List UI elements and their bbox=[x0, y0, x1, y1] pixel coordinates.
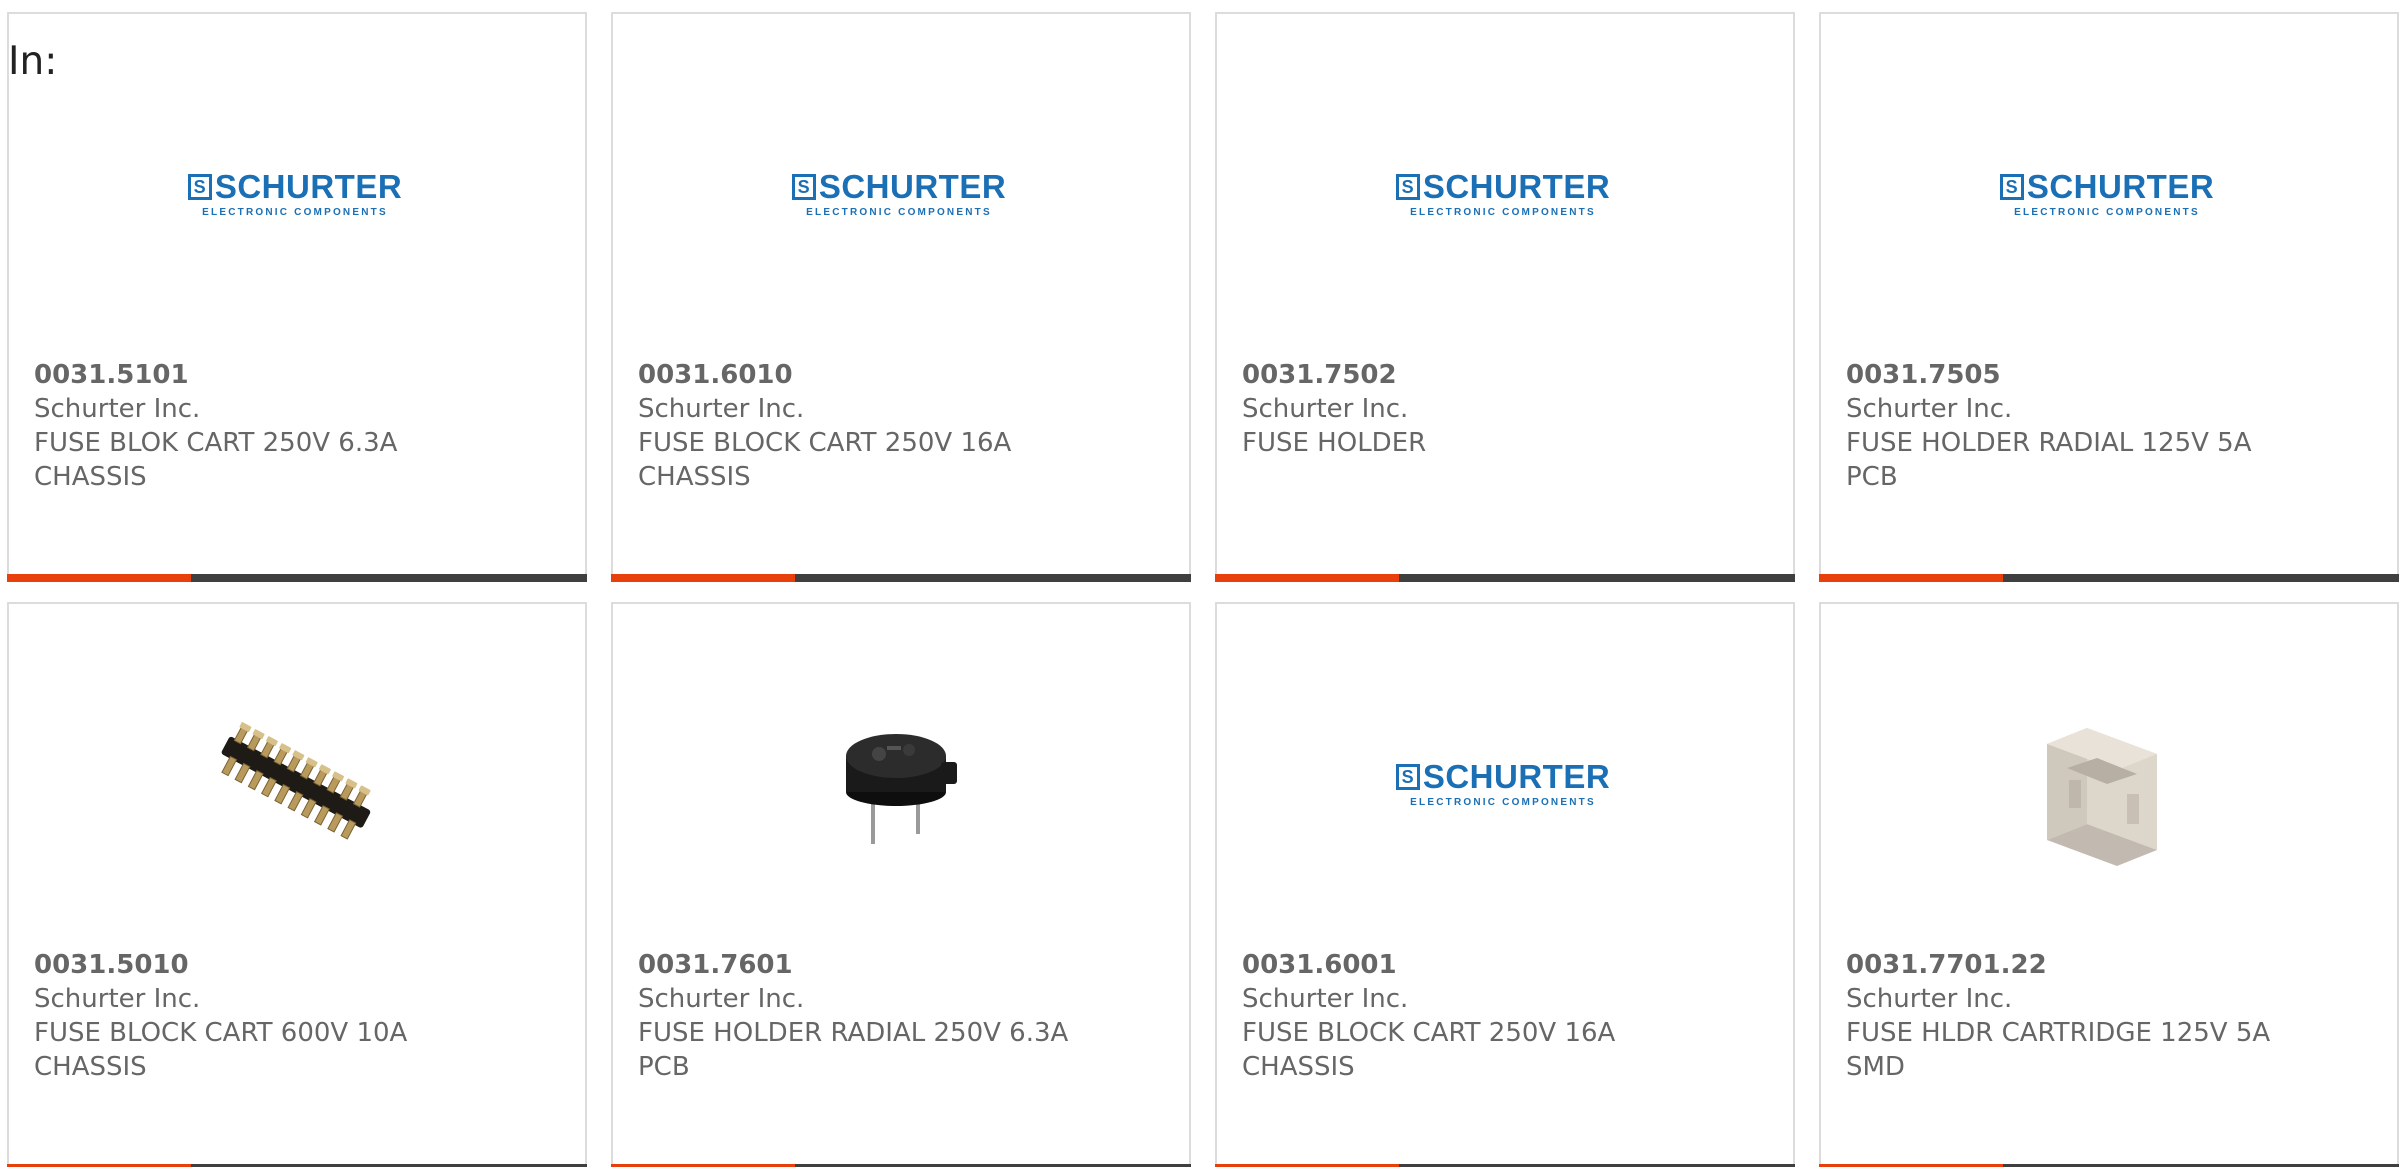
manufacturer-name: Schurter Inc. bbox=[34, 984, 201, 1014]
product-image: S SCHURTER ELECTRONIC COMPONENTS bbox=[1395, 94, 1610, 294]
product-info: 0031.7701.22 Schurter Inc. FUSE HLDR CAR… bbox=[1846, 948, 2377, 1084]
logo-mark: S bbox=[1395, 763, 1420, 790]
manufacturer-name: Schurter Inc. bbox=[638, 394, 805, 424]
product-card[interactable]: S SCHURTER ELECTRONIC COMPONENTS 0031.750… bbox=[1819, 12, 2399, 582]
card-bottom-bar bbox=[7, 574, 587, 582]
product-card[interactable]: 0031.7701.22 Schurter Inc. FUSE HLDR CAR… bbox=[1819, 602, 2399, 1167]
logo-subtitle: ELECTRONIC COMPONENTS bbox=[806, 207, 992, 218]
radial-fuse-holder-photo bbox=[846, 734, 957, 844]
part-number[interactable]: 0031.7502 bbox=[1242, 358, 1773, 392]
description-line1: FUSE BLOCK CART 250V 16A bbox=[638, 428, 1012, 458]
pin-header-photo bbox=[221, 722, 371, 840]
product-card[interactable]: 0031.7601 Schurter Inc. FUSE HOLDER RADI… bbox=[611, 602, 1191, 1167]
part-number[interactable]: 0031.7701.22 bbox=[1846, 948, 2377, 982]
description-line1: FUSE HOLDER RADIAL 250V 6.3A bbox=[638, 1018, 1069, 1048]
product-grid: S SCHURTER ELECTRONIC COMPONENTS 0031.510… bbox=[7, 12, 2399, 1167]
product-image bbox=[195, 684, 395, 884]
product-image bbox=[799, 684, 999, 884]
description-line2: PCB bbox=[1846, 462, 1898, 492]
part-number[interactable]: 0031.7601 bbox=[638, 948, 1169, 982]
product-image: S SCHURTER ELECTRONIC COMPONENTS bbox=[1395, 684, 1610, 884]
product-listing-page: In: S SCHURTER ELECTRONIC COMPONENTS 0031… bbox=[0, 0, 2400, 1167]
product-image: S SCHURTER ELECTRONIC COMPONENTS bbox=[187, 94, 402, 294]
logo-text: SCHURTER bbox=[214, 168, 403, 205]
description-line2: CHASSIS bbox=[638, 462, 751, 492]
description-line2: CHASSIS bbox=[34, 462, 147, 492]
card-bottom-bar bbox=[1215, 574, 1795, 582]
product-card[interactable]: S SCHURTER ELECTRONIC COMPONENTS 0031.510… bbox=[7, 12, 587, 582]
schurter-logo: S SCHURTER ELECTRONIC COMPONENTS bbox=[187, 168, 403, 218]
description-line2: CHASSIS bbox=[1242, 1052, 1355, 1082]
manufacturer-name: Schurter Inc. bbox=[1846, 984, 2013, 1014]
logo-subtitle: ELECTRONIC COMPONENTS bbox=[202, 207, 388, 218]
description-line1: FUSE HOLDER bbox=[1242, 428, 1427, 458]
logo-text: SCHURTER bbox=[1422, 168, 1611, 205]
logo-text: SCHURTER bbox=[1422, 758, 1611, 795]
product-card[interactable]: S SCHURTER ELECTRONIC COMPONENTS 0031.601… bbox=[611, 12, 1191, 582]
in-label: In: bbox=[8, 39, 58, 84]
schurter-logo: S SCHURTER ELECTRONIC COMPONENTS bbox=[1395, 758, 1611, 808]
description-line2: PCB bbox=[638, 1052, 690, 1082]
schurter-logo: S SCHURTER ELECTRONIC COMPONENTS bbox=[1395, 168, 1611, 218]
logo-mark: S bbox=[187, 173, 212, 200]
schurter-logo: S SCHURTER ELECTRONIC COMPONENTS bbox=[1999, 168, 2215, 218]
product-info: 0031.5101 Schurter Inc. FUSE BLOK CART 2… bbox=[34, 358, 565, 494]
part-number[interactable]: 0031.5010 bbox=[34, 948, 565, 982]
description-line1: FUSE HOLDER RADIAL 125V 5A bbox=[1846, 428, 2252, 458]
description-line1: FUSE HLDR CARTRIDGE 125V 5A bbox=[1846, 1018, 2271, 1048]
logo-mark: S bbox=[1999, 173, 2024, 200]
product-info: 0031.6010 Schurter Inc. FUSE BLOCK CART … bbox=[638, 358, 1169, 494]
manufacturer-name: Schurter Inc. bbox=[638, 984, 805, 1014]
card-bottom-bar bbox=[611, 574, 1191, 582]
logo-mark: S bbox=[1395, 173, 1420, 200]
product-image bbox=[2007, 684, 2207, 884]
logo-mark: S bbox=[791, 173, 816, 200]
product-info: 0031.6001 Schurter Inc. FUSE BLOCK CART … bbox=[1242, 948, 1773, 1084]
product-image: S SCHURTER ELECTRONIC COMPONENTS bbox=[791, 94, 1006, 294]
product-info: 0031.7505 Schurter Inc. FUSE HOLDER RADI… bbox=[1846, 358, 2377, 494]
product-card[interactable]: 0031.5010 Schurter Inc. FUSE BLOCK CART … bbox=[7, 602, 587, 1167]
description-line1: FUSE BLOCK CART 600V 10A bbox=[34, 1018, 408, 1048]
schurter-logo: S SCHURTER ELECTRONIC COMPONENTS bbox=[791, 168, 1007, 218]
part-number[interactable]: 0031.5101 bbox=[34, 358, 565, 392]
description-line2: CHASSIS bbox=[34, 1052, 147, 1082]
smd-fuse-clip-photo bbox=[2047, 728, 2157, 866]
product-info: 0031.5010 Schurter Inc. FUSE BLOCK CART … bbox=[34, 948, 565, 1084]
product-card[interactable]: S SCHURTER ELECTRONIC COMPONENTS 0031.750… bbox=[1215, 12, 1795, 582]
logo-subtitle: ELECTRONIC COMPONENTS bbox=[1410, 207, 1596, 218]
part-number[interactable]: 0031.6001 bbox=[1242, 948, 1773, 982]
part-number[interactable]: 0031.7505 bbox=[1846, 358, 2377, 392]
description-line2: SMD bbox=[1846, 1052, 1905, 1082]
description-line1: FUSE BLOK CART 250V 6.3A bbox=[34, 428, 398, 458]
product-info: 0031.7502 Schurter Inc. FUSE HOLDER bbox=[1242, 358, 1773, 460]
logo-subtitle: ELECTRONIC COMPONENTS bbox=[1410, 797, 1596, 808]
manufacturer-name: Schurter Inc. bbox=[1846, 394, 2013, 424]
part-number[interactable]: 0031.6010 bbox=[638, 358, 1169, 392]
product-info: 0031.7601 Schurter Inc. FUSE HOLDER RADI… bbox=[638, 948, 1169, 1084]
product-image: S SCHURTER ELECTRONIC COMPONENTS bbox=[1999, 94, 2214, 294]
logo-text: SCHURTER bbox=[2026, 168, 2215, 205]
card-bottom-bar bbox=[1819, 574, 2399, 582]
description-line1: FUSE BLOCK CART 250V 16A bbox=[1242, 1018, 1616, 1048]
logo-text: SCHURTER bbox=[818, 168, 1007, 205]
manufacturer-name: Schurter Inc. bbox=[34, 394, 201, 424]
manufacturer-name: Schurter Inc. bbox=[1242, 984, 1409, 1014]
logo-subtitle: ELECTRONIC COMPONENTS bbox=[2014, 207, 2200, 218]
product-card[interactable]: S SCHURTER ELECTRONIC COMPONENTS 0031.600… bbox=[1215, 602, 1795, 1167]
manufacturer-name: Schurter Inc. bbox=[1242, 394, 1409, 424]
